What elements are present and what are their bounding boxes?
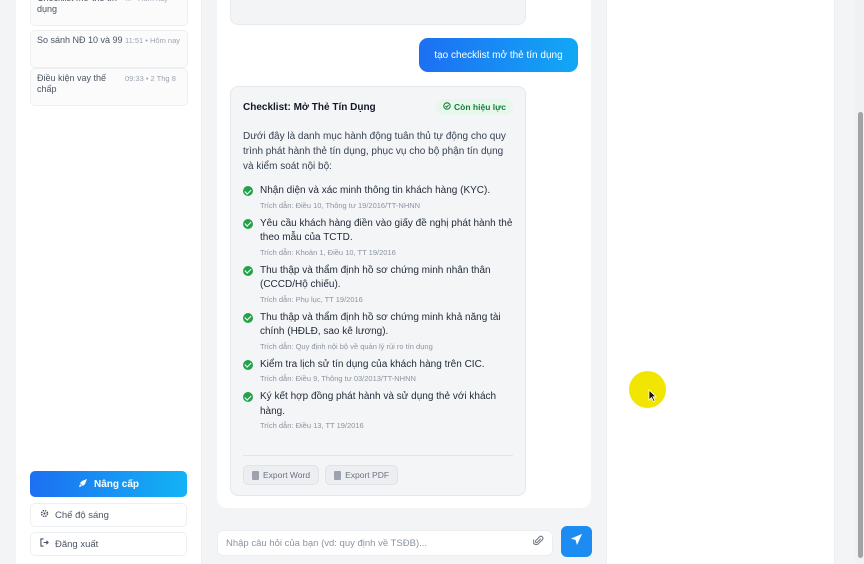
checklist: Nhận diện và xác minh thông tin khách hà… xyxy=(243,184,513,430)
upgrade-label: Nâng cấp xyxy=(93,478,139,490)
checklist-item-citation: Trích dẫn: Phụ lục, TT 19/2016 xyxy=(260,294,363,304)
rocket-icon xyxy=(78,478,88,491)
checklist-item-text: Kiểm tra lịch sử tín dụng của khách hàng… xyxy=(260,358,485,370)
chat-input[interactable] xyxy=(226,537,516,549)
export-pdf-label: Export PDF xyxy=(345,470,390,480)
card-title: Checklist: Mở Thẻ Tín Dụng xyxy=(243,101,376,113)
checklist-item: Ký kết hợp đồng phát hành và sử dụng thẻ… xyxy=(243,390,513,430)
check-circle-icon xyxy=(243,312,253,323)
checklist-item-citation: Trích dẫn: Khoản 1, Điều 10, TT 19/2016 xyxy=(260,247,396,257)
paperclip-icon[interactable] xyxy=(532,534,544,552)
history-item-title: Điều kiện vay thế chấp xyxy=(37,73,107,94)
gear-icon xyxy=(40,509,49,521)
checklist-item: Kiểm tra lịch sử tín dụng của khách hàng… xyxy=(243,358,513,383)
checklist-item-text: Thu thập và thẩm định hồ sơ chứng minh n… xyxy=(260,264,491,291)
checklist-item-text: Thu thập và thẩm định hồ sơ chứng minh k… xyxy=(260,311,501,338)
checklist-item-citation: Trích dẫn: Điều 10, Thông tư 19/2016/TT-… xyxy=(260,200,421,210)
checklist-item: Nhận diện và xác minh thông tin khách hà… xyxy=(243,184,513,210)
check-circle-icon xyxy=(243,392,253,402)
check-circle-icon xyxy=(243,265,253,276)
send-icon xyxy=(570,533,583,551)
export-word-button[interactable]: Export Word xyxy=(243,465,320,485)
history-item-time: 11:51 • Hôm nay xyxy=(125,36,181,45)
history-item-time: 09:33 • 2 Thg 8 xyxy=(125,74,176,83)
sidebar: Checklist mở thẻ tín dụng ... • Hôm nay … xyxy=(16,0,202,564)
logout-icon xyxy=(40,538,49,550)
check-circle-icon xyxy=(243,218,253,229)
card-intro: Dưới đây là danh mục hành động tuân thủ … xyxy=(243,131,506,172)
previous-bot-message xyxy=(230,0,526,25)
card-divider xyxy=(243,455,513,456)
upgrade-button[interactable]: Nâng cấp xyxy=(30,471,187,497)
checklist-item-text: Yêu cầu khách hàng điền vào giấy đề nghị… xyxy=(260,217,513,244)
history-item[interactable]: So sánh NĐ 10 và 99 11:51 • Hôm nay xyxy=(30,30,188,68)
document-icon xyxy=(334,470,342,480)
export-word-label: Export Word xyxy=(263,470,311,480)
history-item-title: Checklist mở thẻ tín dụng xyxy=(37,0,117,14)
light-mode-label: Chế độ sáng xyxy=(55,509,109,521)
check-circle-icon xyxy=(443,102,451,112)
cursor-icon xyxy=(648,389,657,407)
checklist-item: Yêu cầu khách hàng điền vào giấy đề nghị… xyxy=(243,217,513,257)
logout-label: Đăng xuất xyxy=(55,538,99,550)
checklist-item-text: Nhận diện và xác minh thông tin khách hà… xyxy=(260,185,491,196)
check-circle-icon xyxy=(243,359,253,370)
checklist-item-citation: Trích dẫn: Điều 9, Thông tư 03/2013/TT-N… xyxy=(260,374,416,383)
history-item[interactable]: Điều kiện vay thế chấp 09:33 • 2 Thg 8 xyxy=(30,68,188,106)
light-mode-button[interactable]: Chế độ sáng xyxy=(30,503,187,527)
history-item-title: So sánh NĐ 10 và 99 xyxy=(37,35,123,45)
export-actions: Export Word Export PDF xyxy=(243,465,399,485)
export-pdf-button[interactable]: Export PDF xyxy=(325,465,399,485)
user-message: tạo checklist mở thẻ tín dụng xyxy=(419,38,578,72)
chat-input-box xyxy=(217,530,553,556)
send-button[interactable] xyxy=(561,526,592,557)
history-item-time: ... • Hôm nay xyxy=(125,0,181,21)
document-icon xyxy=(252,470,259,480)
history-item[interactable]: Checklist mở thẻ tín dụng ... • Hôm nay xyxy=(30,0,188,26)
status-badge-label: Còn hiệu lực xyxy=(454,102,506,112)
check-circle-icon xyxy=(243,186,253,196)
chat-area: tạo checklist mở thẻ tín dụng Checklist:… xyxy=(217,0,591,508)
checklist-item: Thu thập và thẩm định hồ sơ chứng minh n… xyxy=(243,264,513,304)
status-badge: Còn hiệu lực xyxy=(436,99,513,115)
scrollbar-thumb[interactable] xyxy=(858,112,863,558)
right-panel xyxy=(606,0,835,564)
checklist-item-citation: Trích dẫn: Quy định nội bộ về quản lý rủ… xyxy=(260,341,433,351)
checklist-item-citation: Trích dẫn: Điều 13, TT 19/2016 xyxy=(260,421,364,430)
logout-button[interactable]: Đăng xuất xyxy=(30,532,187,556)
checklist-item: Thu thập và thẩm định hồ sơ chứng minh k… xyxy=(243,311,513,351)
checklist-card: Checklist: Mở Thẻ Tín Dụng Còn hiệu lực … xyxy=(230,86,526,496)
checklist-item-text: Ký kết hợp đồng phát hành và sử dụng thẻ… xyxy=(260,391,497,417)
